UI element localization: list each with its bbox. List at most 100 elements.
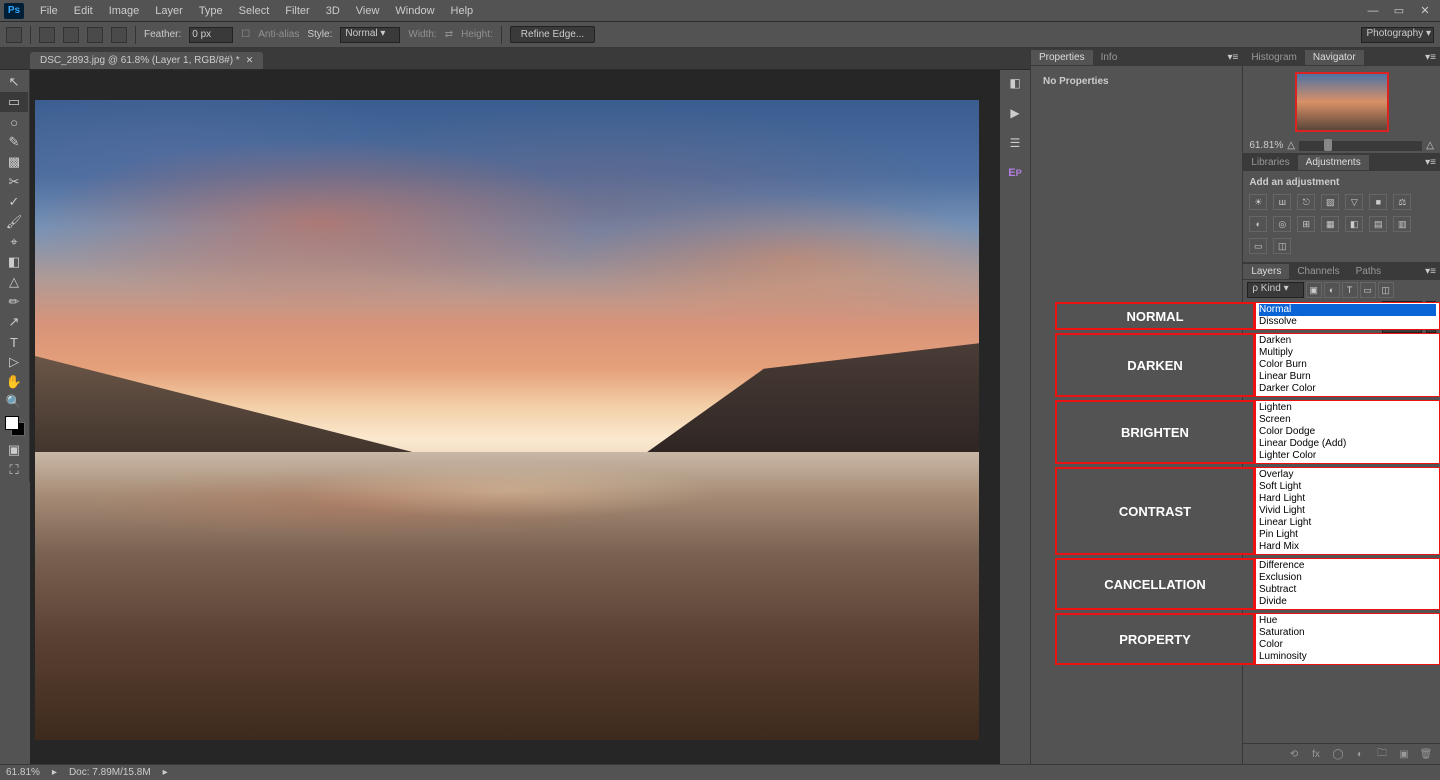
- tab-adjustments[interactable]: Adjustments: [1298, 155, 1369, 170]
- tool-6[interactable]: ✓: [0, 192, 28, 212]
- menu-3d[interactable]: 3D: [318, 2, 348, 20]
- history-icon[interactable]: ◧: [1006, 74, 1024, 92]
- menu-file[interactable]: File: [32, 2, 66, 20]
- panel-menu-icon[interactable]: ▾≡: [1223, 52, 1242, 63]
- tool-8[interactable]: ⌖: [0, 232, 28, 252]
- link-layers-icon[interactable]: ⟲: [1286, 747, 1302, 761]
- invert-icon[interactable]: ◧: [1345, 216, 1363, 232]
- menu-view[interactable]: View: [348, 2, 388, 20]
- blend-option-pin-light[interactable]: Pin Light: [1259, 529, 1436, 541]
- levels-icon[interactable]: ш: [1273, 194, 1291, 210]
- blend-option-color[interactable]: Color: [1259, 639, 1436, 651]
- tool-1[interactable]: ▭: [0, 92, 28, 112]
- selective-icon[interactable]: ◫: [1273, 238, 1291, 254]
- blend-option-linear-light[interactable]: Linear Light: [1259, 517, 1436, 529]
- blend-option-subtract[interactable]: Subtract: [1259, 584, 1436, 596]
- menu-image[interactable]: Image: [101, 2, 148, 20]
- selection-new-icon[interactable]: [39, 27, 55, 43]
- tool-12[interactable]: ↗: [0, 312, 28, 332]
- filter-pixel-icon[interactable]: ▣: [1306, 282, 1322, 298]
- tool-7[interactable]: 🖌: [0, 212, 28, 232]
- selection-subtract-icon[interactable]: [87, 27, 103, 43]
- blend-option-dissolve[interactable]: Dissolve: [1259, 316, 1436, 328]
- marquee-tool-icon[interactable]: [6, 27, 22, 43]
- blend-option-saturation[interactable]: Saturation: [1259, 627, 1436, 639]
- adjustment-layer-icon[interactable]: ◐: [1352, 747, 1368, 761]
- screen-mode-icon[interactable]: ⛶: [0, 460, 28, 480]
- tool-14[interactable]: ▷: [0, 352, 28, 372]
- blend-option-vivid-light[interactable]: Vivid Light: [1259, 505, 1436, 517]
- menu-filter[interactable]: Filter: [277, 2, 317, 20]
- tool-13[interactable]: T: [0, 332, 28, 352]
- tool-16[interactable]: 🔍: [0, 392, 28, 412]
- blend-option-linear-burn[interactable]: Linear Burn: [1259, 371, 1436, 383]
- brightness-icon[interactable]: ☀: [1249, 194, 1267, 210]
- layer-mask-icon[interactable]: ◯: [1330, 747, 1346, 761]
- selection-add-icon[interactable]: [63, 27, 79, 43]
- blend-option-lighten[interactable]: Lighten: [1259, 402, 1436, 414]
- mixer-icon[interactable]: ⊞: [1297, 216, 1315, 232]
- tool-11[interactable]: ✏: [0, 292, 28, 312]
- blend-option-screen[interactable]: Screen: [1259, 414, 1436, 426]
- selection-intersect-icon[interactable]: [111, 27, 127, 43]
- panel-icon[interactable]: ☰: [1006, 134, 1024, 152]
- posterize-icon[interactable]: ▤: [1369, 216, 1387, 232]
- tool-15[interactable]: ✋: [0, 372, 28, 392]
- status-doc-info[interactable]: Doc: 7.89M/15.8M: [69, 767, 151, 778]
- blend-option-darker-color[interactable]: Darker Color: [1259, 383, 1436, 395]
- menu-select[interactable]: Select: [231, 2, 278, 20]
- blend-option-overlay[interactable]: Overlay: [1259, 469, 1436, 481]
- tab-info[interactable]: Info: [1093, 50, 1126, 65]
- blend-option-multiply[interactable]: Multiply: [1259, 347, 1436, 359]
- layer-fx-icon[interactable]: fx: [1308, 747, 1324, 761]
- menu-help[interactable]: Help: [443, 2, 482, 20]
- photo-filter-icon[interactable]: ◎: [1273, 216, 1291, 232]
- filter-smart-icon[interactable]: ◫: [1378, 282, 1394, 298]
- tool-4[interactable]: ▩: [0, 152, 28, 172]
- balance-icon[interactable]: ⚖: [1393, 194, 1411, 210]
- delete-layer-icon[interactable]: 🗑: [1418, 747, 1434, 761]
- foreground-color-swatch[interactable]: [5, 416, 19, 430]
- lookup-icon[interactable]: ▦: [1321, 216, 1339, 232]
- feather-input[interactable]: [189, 27, 233, 43]
- blend-option-hard-light[interactable]: Hard Light: [1259, 493, 1436, 505]
- blend-option-darken[interactable]: Darken: [1259, 335, 1436, 347]
- filter-adjust-icon[interactable]: ◐: [1324, 282, 1340, 298]
- quick-mask-icon[interactable]: ▣: [0, 440, 28, 460]
- ep-icon[interactable]: EP: [1006, 164, 1024, 182]
- new-layer-icon[interactable]: ▣: [1396, 747, 1412, 761]
- bw-icon[interactable]: ◐: [1249, 216, 1267, 232]
- tool-9[interactable]: ◧: [0, 252, 28, 272]
- tool-3[interactable]: ✎: [0, 132, 28, 152]
- tool-0[interactable]: ↖: [0, 72, 28, 92]
- style-select[interactable]: Normal ▾: [340, 27, 400, 43]
- blend-option-linear-dodge-add-[interactable]: Linear Dodge (Add): [1259, 438, 1436, 450]
- zoom-slider[interactable]: [1299, 141, 1422, 151]
- menu-window[interactable]: Window: [387, 2, 442, 20]
- blend-option-difference[interactable]: Difference: [1259, 560, 1436, 572]
- tab-channels[interactable]: Channels: [1289, 264, 1347, 279]
- blend-option-exclusion[interactable]: Exclusion: [1259, 572, 1436, 584]
- threshold-icon[interactable]: ▥: [1393, 216, 1411, 232]
- minimize-button[interactable]: ―: [1362, 4, 1384, 18]
- blend-option-normal[interactable]: Normal: [1259, 304, 1436, 316]
- close-button[interactable]: ✕: [1414, 4, 1436, 18]
- color-swatches[interactable]: [5, 416, 25, 436]
- tool-10[interactable]: △: [0, 272, 28, 292]
- blend-option-hard-mix[interactable]: Hard Mix: [1259, 541, 1436, 553]
- blend-option-color-dodge[interactable]: Color Dodge: [1259, 426, 1436, 438]
- layer-filter-kind[interactable]: ρ Kind ▾: [1247, 282, 1303, 298]
- status-menu-icon[interactable]: ▸: [163, 767, 168, 778]
- panel-menu-icon[interactable]: ▾≡: [1421, 157, 1440, 168]
- tool-5[interactable]: ✂: [0, 172, 28, 192]
- blend-option-hue[interactable]: Hue: [1259, 615, 1436, 627]
- close-tab-icon[interactable]: ✕: [246, 55, 254, 66]
- menu-edit[interactable]: Edit: [66, 2, 101, 20]
- group-icon[interactable]: 🗀: [1374, 747, 1390, 761]
- status-zoom[interactable]: 61.81%: [6, 767, 40, 778]
- menu-layer[interactable]: Layer: [147, 2, 191, 20]
- tab-properties[interactable]: Properties: [1031, 50, 1093, 65]
- tab-libraries[interactable]: Libraries: [1243, 155, 1297, 170]
- actions-icon[interactable]: ▶: [1006, 104, 1024, 122]
- zoom-in-icon[interactable]: △: [1426, 140, 1434, 151]
